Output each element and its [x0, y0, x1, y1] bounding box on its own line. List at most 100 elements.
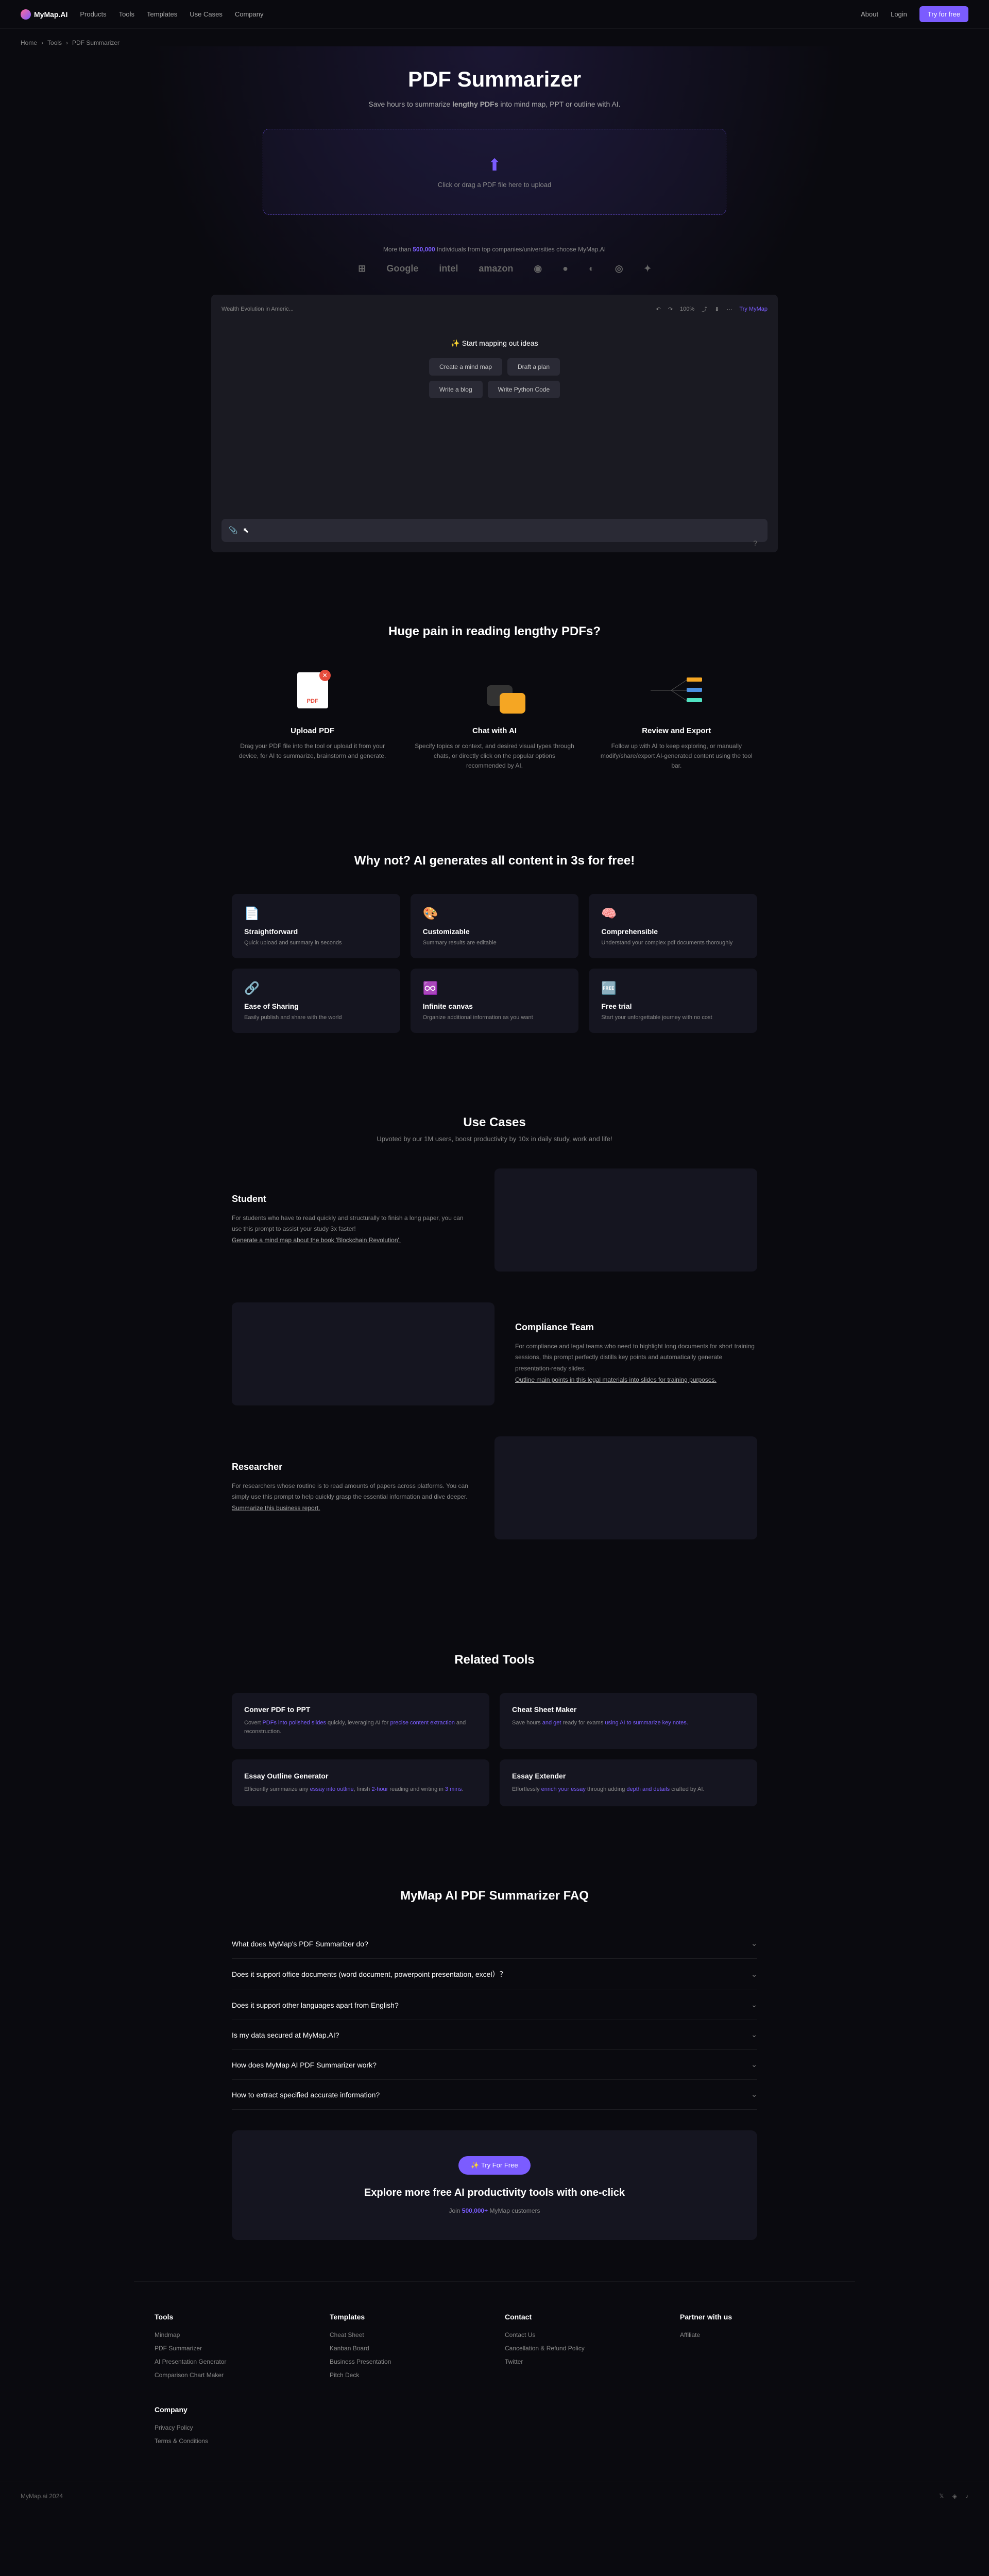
nav-login[interactable]: Login: [891, 10, 907, 18]
redo-icon[interactable]: ↷: [668, 306, 673, 313]
usecase-title: Compliance Team: [515, 1322, 757, 1333]
twitter-icon[interactable]: 𝕏: [939, 2493, 944, 2500]
footer-link[interactable]: Twitter: [505, 2358, 659, 2365]
footer-link[interactable]: AI Presentation Generator: [155, 2358, 309, 2365]
footer-link[interactable]: PDF Summarizer: [155, 2345, 309, 2352]
usecase-link[interactable]: Summarize this business report.: [232, 1504, 320, 1512]
nav-templates[interactable]: Templates: [147, 10, 177, 18]
preview-chat-input[interactable]: 📎 ⬉ ?: [221, 519, 768, 542]
related-card[interactable]: Cheat Sheet Maker Save hours and get read…: [500, 1693, 757, 1749]
brand-microsoft-icon: ⊞: [358, 263, 366, 274]
feature-icon: 🎨: [423, 906, 567, 921]
related-title: Cheat Sheet Maker: [512, 1705, 745, 1714]
faq-question: How does MyMap AI PDF Summarizer work?: [232, 2061, 377, 2069]
faq-item[interactable]: Does it support other languages apart fr…: [232, 1990, 757, 2020]
chip-blog[interactable]: Write a blog: [429, 381, 483, 398]
brand-logos: ⊞ Google intel amazon ◉ ● ◐ ◎ ✦: [10, 263, 979, 274]
footer-link[interactable]: Pitch Deck: [330, 2371, 484, 2379]
nav-products[interactable]: Products: [80, 10, 106, 18]
help-icon[interactable]: ?: [753, 539, 757, 547]
feature-desc: Easily publish and share with the world: [244, 1014, 388, 1021]
usecase-desc: For researchers whose routine is to read…: [232, 1481, 474, 1514]
chip-plan[interactable]: Draft a plan: [507, 358, 560, 376]
chip-mindmap[interactable]: Create a mind map: [429, 358, 502, 376]
brand-intel: intel: [439, 263, 458, 274]
usecase-title: Student: [232, 1194, 474, 1205]
footer-link[interactable]: Privacy Policy: [155, 2424, 309, 2431]
undo-icon[interactable]: ↶: [656, 306, 661, 313]
footer-col: ContactContact UsCancellation & Refund P…: [505, 2313, 659, 2385]
crumb-home[interactable]: Home: [21, 39, 37, 46]
step-desc: Drag your PDF file into the tool or uplo…: [232, 741, 393, 761]
related-desc: Save hours and get ready for exams using…: [512, 1719, 745, 1728]
faq-item[interactable]: How does MyMap AI PDF Summarizer work? ⌄: [232, 2050, 757, 2080]
faq-item[interactable]: Is my data secured at MyMap.AI?⌄: [232, 2020, 757, 2050]
upload-dropzone[interactable]: ⬆ Click or drag a PDF file here to uploa…: [263, 129, 726, 215]
cta-sub: Join 500,000+ MyMap customers: [258, 2207, 731, 2214]
related-desc: Effortlessly enrich your essay through a…: [512, 1785, 745, 1794]
zoom-level[interactable]: 100%: [680, 306, 694, 312]
faq-question: What does MyMap's PDF Summarizer do?: [232, 1940, 368, 1948]
discord-icon[interactable]: ◈: [952, 2493, 957, 2500]
footer-link[interactable]: Kanban Board: [330, 2345, 484, 2352]
breadcrumb: Home› Tools› PDF Summarizer: [0, 29, 989, 46]
step-desc: Follow up with AI to keep exploring, or …: [596, 741, 757, 771]
diagram-icon: [596, 665, 757, 716]
attach-icon[interactable]: 📎: [229, 526, 237, 535]
tiktok-icon[interactable]: ♪: [965, 2493, 968, 2500]
brand-icon: ✦: [644, 263, 652, 274]
trust-line: More than 500,000 Individuals from top c…: [10, 246, 979, 253]
crumb-tools[interactable]: Tools: [47, 39, 62, 46]
faq-item[interactable]: How to extract specified accurate inform…: [232, 2080, 757, 2110]
logo[interactable]: MyMap.AI: [21, 9, 67, 20]
chevron-down-icon: ⌄: [751, 2060, 757, 2069]
footer-link[interactable]: Contact Us: [505, 2331, 659, 2338]
footer-link[interactable]: Business Presentation: [330, 2358, 484, 2365]
faq-item[interactable]: What does MyMap's PDF Summarizer do?⌄: [232, 1929, 757, 1959]
nav-cta-button[interactable]: Try for free: [919, 6, 968, 22]
usecase: ResearcherFor researchers whose routine …: [232, 1436, 757, 1539]
logo-text: MyMap.AI: [34, 10, 67, 19]
related-card[interactable]: Essay ExtenderEffortlessly enrich your e…: [500, 1759, 757, 1807]
nav-company[interactable]: Company: [235, 10, 264, 18]
try-link[interactable]: Try MyMap: [739, 306, 768, 312]
footer-link[interactable]: Cheat Sheet: [330, 2331, 484, 2338]
nav-about[interactable]: About: [861, 10, 878, 18]
usecase: Compliance TeamFor compliance and legal …: [232, 1302, 757, 1405]
brand-icon: ◉: [534, 263, 542, 274]
step-review: Review and Export Follow up with AI to k…: [596, 665, 757, 771]
step-chat: Chat with AI Specify topics or context, …: [414, 665, 575, 771]
footer-link[interactable]: Cancellation & Refund Policy: [505, 2345, 659, 2352]
usecase-link[interactable]: Generate a mind map about the book 'Bloc…: [232, 1236, 401, 1244]
nav-usecases[interactable]: Use Cases: [190, 10, 223, 18]
feature-title: Comprehensible: [601, 927, 745, 936]
footer-link[interactable]: Affiliate: [680, 2331, 834, 2338]
faq-item[interactable]: Does it support office documents (word d…: [232, 1959, 757, 1990]
footer-col-title: Company: [155, 2405, 309, 2414]
footer-link[interactable]: Terms & Conditions: [155, 2437, 309, 2445]
feature-card: ♾️Infinite canvasOrganize additional inf…: [411, 969, 579, 1033]
cta-button[interactable]: ✨ Try For Free: [458, 2156, 530, 2175]
logo-icon: [21, 9, 31, 20]
why-title: Why not? AI generates all content in 3s …: [232, 854, 757, 868]
usecase-link[interactable]: Outline main points in this legal materi…: [515, 1376, 717, 1383]
footer-link[interactable]: Mindmap: [155, 2331, 309, 2338]
feature-card: 🎨CustomizableSummary results are editabl…: [411, 894, 579, 958]
chevron-down-icon: ⌄: [751, 2001, 757, 2009]
chip-code[interactable]: Write Python Code: [488, 381, 560, 398]
share-icon[interactable]: ⤴: [702, 305, 707, 313]
pain-section: Huge pain in reading lengthy PDFs? ✕ Upl…: [211, 583, 778, 812]
step-title: Upload PDF: [232, 726, 393, 735]
faq-question: Does it support office documents (word d…: [232, 1969, 507, 1979]
nav-tools[interactable]: Tools: [119, 10, 134, 18]
brand-google: Google: [386, 263, 418, 274]
app-preview: Wealth Evolution in Americ... ↶ ↷ 100% ⤴…: [211, 295, 778, 552]
more-icon[interactable]: ⋯: [726, 306, 732, 313]
export-icon[interactable]: ⬇: [714, 306, 719, 313]
footer-col-title: Partner with us: [680, 2313, 834, 2321]
related-card[interactable]: Conver PDF to PPTCovert PDFs into polish…: [232, 1693, 489, 1749]
related-card[interactable]: Essay Outline GeneratorEfficiently summa…: [232, 1759, 489, 1807]
footer-link[interactable]: Comparison Chart Maker: [155, 2371, 309, 2379]
related-title: Conver PDF to PPT: [244, 1705, 477, 1714]
usecases-title: Use Cases: [232, 1115, 757, 1130]
